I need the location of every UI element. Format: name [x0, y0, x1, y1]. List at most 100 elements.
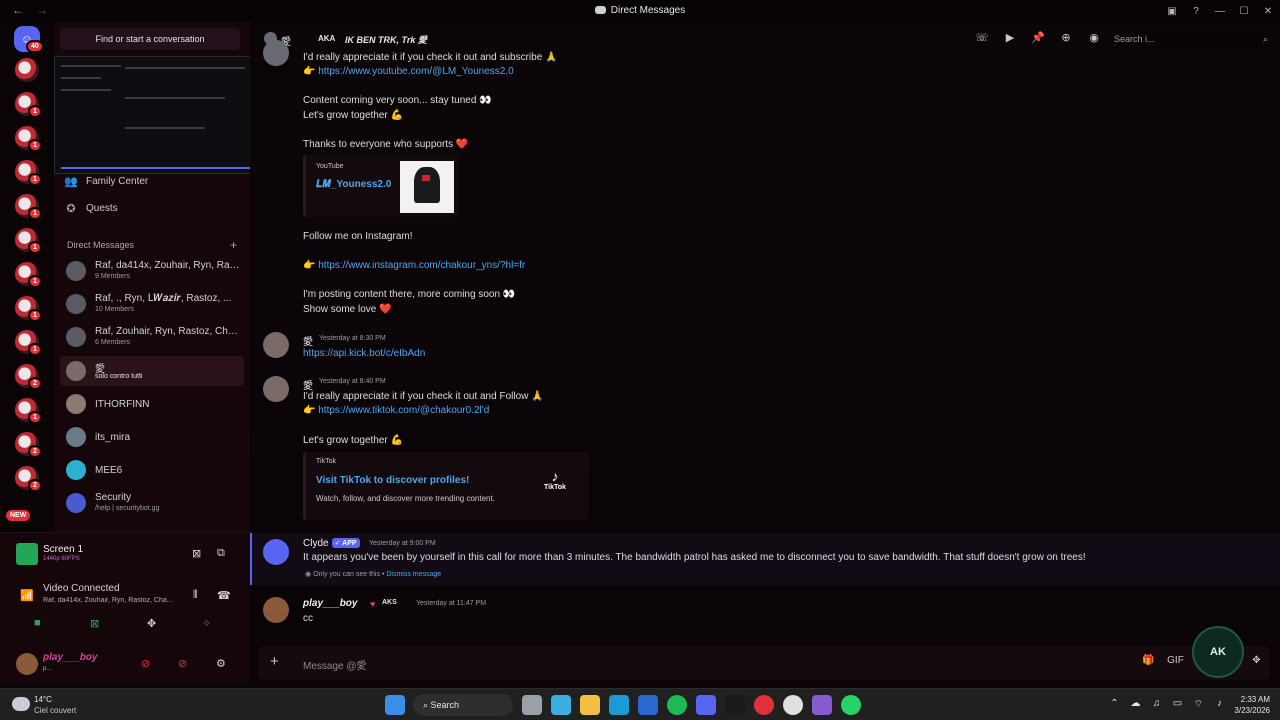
dm-name: Raf, ., Ryn, ꓡ𝑾𝒂𝒛𝒊𝒓, Rastoz, ... — [95, 293, 232, 304]
voice-call-icon[interactable]: ☏ — [968, 31, 996, 44]
message-text: Let's grow together 💪 — [303, 110, 403, 121]
message-author[interactable]: play___boy — [303, 598, 357, 609]
chevron-up-icon[interactable]: ⌃ — [1104, 698, 1125, 711]
store-icon[interactable] — [550, 695, 571, 715]
dm-item[interactable]: ITHORFINN — [60, 389, 244, 419]
home-unread-badge: 40 — [26, 40, 44, 53]
deafen-icon[interactable]: ⊘ — [178, 657, 187, 670]
weather-temperature[interactable]: 14°C — [34, 695, 52, 704]
opera-icon[interactable] — [753, 695, 774, 715]
message-author[interactable]: 愛 — [303, 377, 313, 392]
user-profile-icon[interactable]: ◉ — [1080, 31, 1108, 44]
pinned-messages-icon[interactable]: 📌 — [1024, 31, 1052, 44]
nav-quests[interactable]: ✪ Quests — [64, 198, 118, 218]
mute-mic-icon[interactable]: ⊘ — [141, 657, 150, 670]
server-icon[interactable] — [15, 58, 39, 82]
share-screen-icon[interactable]: ⊠ — [90, 617, 99, 630]
maximize-icon[interactable]: ☐ — [1232, 6, 1256, 17]
search-placeholder: Search i... — [1114, 34, 1155, 44]
soundboard-icon[interactable]: ⫴ — [193, 589, 198, 602]
calculator-icon[interactable] — [637, 695, 658, 715]
message-link[interactable]: https://www.instagram.com/chakour_yns/?h… — [318, 260, 525, 271]
obs-icon[interactable] — [782, 695, 803, 715]
search-input[interactable]: Search i... ⌕ — [1108, 30, 1274, 48]
user-avatar[interactable] — [16, 653, 38, 675]
edge-icon[interactable] — [608, 695, 629, 715]
gif-icon[interactable]: GIF — [1162, 655, 1189, 666]
pointing-icon: 👉 — [303, 405, 319, 416]
dm-item[interactable]: Raf, Zouhair, Ryn, Rastoz, Cha... 6 Membe… — [60, 322, 244, 352]
avatar[interactable] — [263, 376, 289, 402]
display-icon[interactable]: ▭ — [1167, 698, 1188, 711]
stop-stream-icon[interactable]: ⊠ — [192, 547, 201, 560]
create-dm-plus-icon[interactable]: + — [230, 238, 237, 252]
volume-icon[interactable]: ♪ — [1209, 698, 1230, 711]
camera-icon[interactable]: ■ — [34, 617, 41, 629]
dm-item[interactable]: Raf, ., Ryn, ꓡ𝑾𝒂𝒛𝒊𝒓, Rastoz, ... 10 Membe… — [60, 289, 244, 319]
discord-icon[interactable] — [695, 695, 716, 715]
message-author[interactable]: Clyde — [303, 538, 329, 549]
microphone-icon[interactable]: ♫ — [1146, 698, 1167, 711]
nav-family-center[interactable]: 👥 Family Center — [64, 171, 148, 191]
soundboard-disabled-icon[interactable]: ✧ — [202, 617, 211, 630]
task-view-icon[interactable] — [521, 695, 542, 715]
nav-label: Quests — [86, 202, 118, 214]
weather-condition[interactable]: Ciel couvert — [34, 706, 76, 715]
message-link[interactable]: https://api.kick.bot/c/eIbAdn — [303, 348, 425, 359]
wifi-icon[interactable]: ⌔ — [1188, 698, 1209, 711]
taskbar-search[interactable]: ⌕ Search — [413, 694, 513, 716]
whatsapp-icon[interactable] — [840, 695, 861, 715]
dm-item[interactable]: MEE6 — [60, 455, 244, 485]
dm-sidebar: Find or start a conversation 👥 Family Cen… — [54, 22, 266, 532]
inbox-icon[interactable]: ▣ — [1160, 6, 1184, 17]
message-composer[interactable]: + Message @愛 🎁 GIF ▢ ☺ ✥ — [258, 646, 1270, 680]
cloud-icon[interactable] — [12, 697, 30, 711]
avatar[interactable] — [263, 597, 289, 623]
embed-title[interactable]: 𝑳𝑴_Youness2.0 — [316, 179, 391, 190]
add-friends-icon[interactable]: ⊕ — [1052, 31, 1080, 44]
gift-icon[interactable]: 🎁 — [1135, 655, 1162, 666]
attach-plus-icon[interactable]: + — [270, 653, 279, 670]
activities-icon[interactable]: ✥ — [147, 617, 156, 630]
avatar[interactable] — [263, 332, 289, 358]
find-conversation-button[interactable]: Find or start a conversation — [60, 28, 240, 50]
embed-title[interactable]: Visit TikTok to discover profiles! — [316, 475, 469, 486]
video-call-icon[interactable]: ▶ — [996, 31, 1024, 44]
search-icon: ⌕ — [423, 699, 431, 710]
server-badge: 1 — [28, 309, 42, 322]
spotify-icon[interactable] — [666, 695, 687, 715]
message-author[interactable]: 愛 — [303, 333, 313, 348]
file-explorer-icon[interactable] — [579, 695, 600, 715]
message-link[interactable]: https://www.youtube.com/@LM_Youness2.0 — [318, 66, 513, 77]
disconnect-icon[interactable]: ☎ — [217, 589, 231, 602]
message-link[interactable]: https://www.tiktok.com/@chakour0.2l'd — [318, 405, 489, 416]
screen-share-icon — [16, 543, 38, 565]
screen-share-title: Screen 1 — [43, 544, 84, 555]
server-badge: 2 — [28, 377, 42, 390]
dm-sub: 9 Members — [95, 273, 131, 280]
help-icon[interactable]: ? — [1184, 6, 1208, 17]
popout-icon[interactable]: ⧉ — [217, 547, 225, 560]
avatar[interactable] — [263, 40, 289, 66]
dm-item-active[interactable]: 愛 solo contro tutti — [60, 356, 244, 386]
start-windows-icon[interactable] — [384, 695, 405, 715]
dm-name: Security — [95, 492, 132, 503]
dismiss-message-link[interactable]: Dismiss message — [386, 571, 441, 578]
dm-item[interactable]: Security/help | securitybot.gg — [60, 488, 244, 518]
new-badge[interactable]: NEW — [6, 510, 31, 521]
message-text: I'm posting content there, more coming s… — [303, 289, 516, 300]
embed-thumbnail[interactable] — [400, 161, 454, 213]
server-badge: 1 — [28, 343, 42, 356]
close-icon[interactable]: ✕ — [1256, 6, 1280, 17]
clyde-avatar[interactable] — [263, 539, 289, 565]
screen-share-preview[interactable] — [54, 56, 266, 174]
terminal-icon[interactable] — [724, 695, 745, 715]
taskbar-clock[interactable]: 2:33 AM 3/23/2026 — [1234, 694, 1270, 716]
minimize-icon[interactable]: — — [1208, 6, 1232, 17]
network-icon[interactable]: ☁ — [1125, 698, 1146, 711]
dm-item[interactable]: Raf, da414x, Zouhair, Ryn, Ras... 9 Membe… — [60, 256, 244, 286]
settings-gear-icon[interactable]: ⚙ — [216, 657, 226, 670]
apps-icon[interactable]: ✥ — [1243, 655, 1270, 666]
dm-item[interactable]: its_mira — [60, 422, 244, 452]
app-icon[interactable] — [811, 695, 832, 715]
